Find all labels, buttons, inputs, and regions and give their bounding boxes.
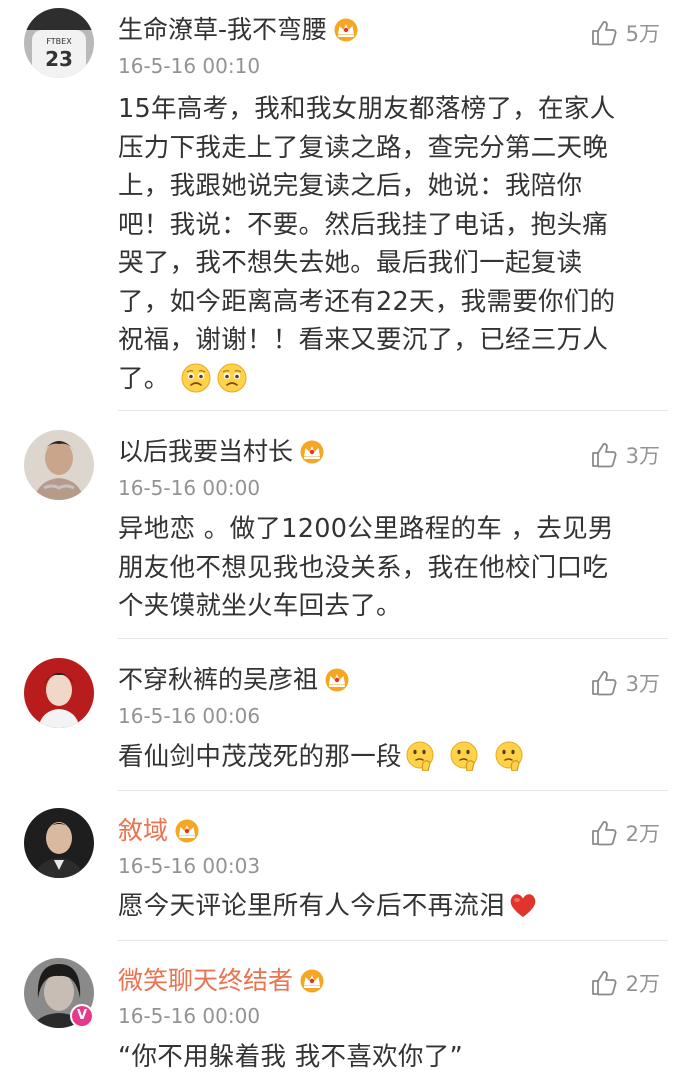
comment-body: 看仙剑中茂茂死的那一段 (118, 738, 658, 777)
thinking-face-emoji-icon (494, 741, 524, 771)
username[interactable]: 敘域 (118, 815, 168, 847)
username[interactable]: 以后我要当村长 (118, 436, 293, 468)
like-count: 2万 (625, 972, 660, 996)
like-count: 3万 (625, 672, 660, 696)
comment-line: 祝福，谢谢！！看来又要沉了，已经三万人 (118, 325, 609, 355)
like-button[interactable]: 2万 (590, 968, 660, 998)
like-button[interactable]: 3万 (590, 668, 660, 698)
comment-line: 上，我跟她说完复读之后，她说：我陪你 (118, 171, 583, 201)
comment-line: 异地恋 。做了1200公里路程的车 ，去见男 (118, 514, 614, 544)
comment-line-last: 看仙剑中茂茂死的那一段 (118, 738, 658, 777)
thinking-face-emoji-icon (405, 741, 435, 771)
comment-line-last: 愿今天评论里所有人今后不再流泪 (118, 887, 658, 926)
vip-crown-icon (333, 18, 359, 42)
comment-line: 哭了，我不想失去她。最后我们一起复读 (118, 248, 583, 278)
comment-feed: FTBEX 23 生命潦草-我不弯腰 16-5-16 00:10 5万 15年高… (0, 0, 690, 1088)
verified-badge: V (70, 1004, 94, 1028)
comment-body: 异地恋 。做了1200公里路程的车 ，去见男 朋友他不想见我也没关系，我在他校门… (118, 510, 658, 626)
like-button[interactable]: 2万 (590, 818, 660, 848)
comment-line-text: 看仙剑中茂茂死的那一段 (118, 742, 402, 772)
like-button[interactable]: 3万 (590, 440, 660, 470)
like-button[interactable]: 5万 (590, 18, 660, 48)
vip-crown-icon (299, 440, 325, 464)
avatar[interactable]: FTBEX 23 (24, 8, 94, 78)
sad-face-emoji-icon (181, 363, 211, 393)
comment-line: 朋友他不想见我也没关系，我在他校门口吃 (118, 552, 609, 583)
comment-line-text: 了。 (118, 363, 170, 394)
comment-body: “你不用躲着我 我不喜欢你了” (118, 1038, 658, 1077)
thinking-face-emoji-icon (449, 741, 479, 771)
timestamp: 16-5-16 00:06 (118, 704, 261, 728)
svg-text:FTBEX: FTBEX (46, 37, 72, 46)
vip-crown-icon (174, 819, 200, 843)
thumbs-up-icon (590, 969, 618, 997)
divider (118, 790, 668, 791)
vip-crown-icon (324, 668, 350, 692)
thumbs-up-icon (590, 441, 618, 469)
comment-line: 了，如今距离高考还有22天，我需要你们的 (118, 286, 616, 317)
comment-line-last: 了。 (118, 360, 658, 399)
divider (118, 940, 668, 941)
comment-line: 吧！我说：不要。然后我挂了电话，抱头痛 (118, 209, 609, 240)
comment-line: “你不用躲着我 我不喜欢你了” (118, 1042, 464, 1072)
username[interactable]: 不穿秋裤的吴彦祖 (118, 664, 318, 696)
like-count: 3万 (625, 444, 660, 468)
sad-face-emoji-icon (217, 363, 247, 393)
username[interactable]: 微笑聊天终结者 (118, 965, 293, 997)
thumbs-up-icon (590, 819, 618, 847)
avatar[interactable] (24, 808, 94, 878)
vip-crown-icon (299, 969, 325, 993)
timestamp: 16-5-16 00:03 (118, 854, 261, 878)
comment-body: 愿今天评论里所有人今后不再流泪 (118, 887, 658, 926)
avatar-number: 23 (45, 47, 73, 71)
timestamp: 16-5-16 00:00 (118, 476, 261, 500)
verified-badge-text: V (72, 1006, 92, 1026)
heart-emoji-icon (508, 890, 538, 920)
comment-line-text: 愿今天评论里所有人今后不再流泪 (118, 891, 506, 921)
thumbs-up-icon (590, 19, 618, 47)
timestamp: 16-5-16 00:00 (118, 1004, 261, 1028)
comment-line: 个夹馍就坐火车回去了。 (118, 591, 402, 621)
avatar[interactable] (24, 658, 94, 728)
thumbs-up-icon (590, 669, 618, 697)
avatar[interactable] (24, 430, 94, 500)
like-count: 5万 (625, 22, 660, 46)
comment-body: 15年高考，我和我女朋友都落榜了，在家人 压力下我走上了复读之路，查完分第二天晚… (118, 90, 658, 398)
timestamp: 16-5-16 00:10 (118, 54, 261, 78)
username[interactable]: 生命潦草-我不弯腰 (118, 14, 327, 46)
comment-line: 15年高考，我和我女朋友都落榜了，在家人 (118, 94, 616, 124)
comment-line: 压力下我走上了复读之路，查完分第二天晚 (118, 132, 609, 163)
divider (118, 638, 668, 639)
like-count: 2万 (625, 822, 660, 846)
divider (118, 410, 668, 411)
